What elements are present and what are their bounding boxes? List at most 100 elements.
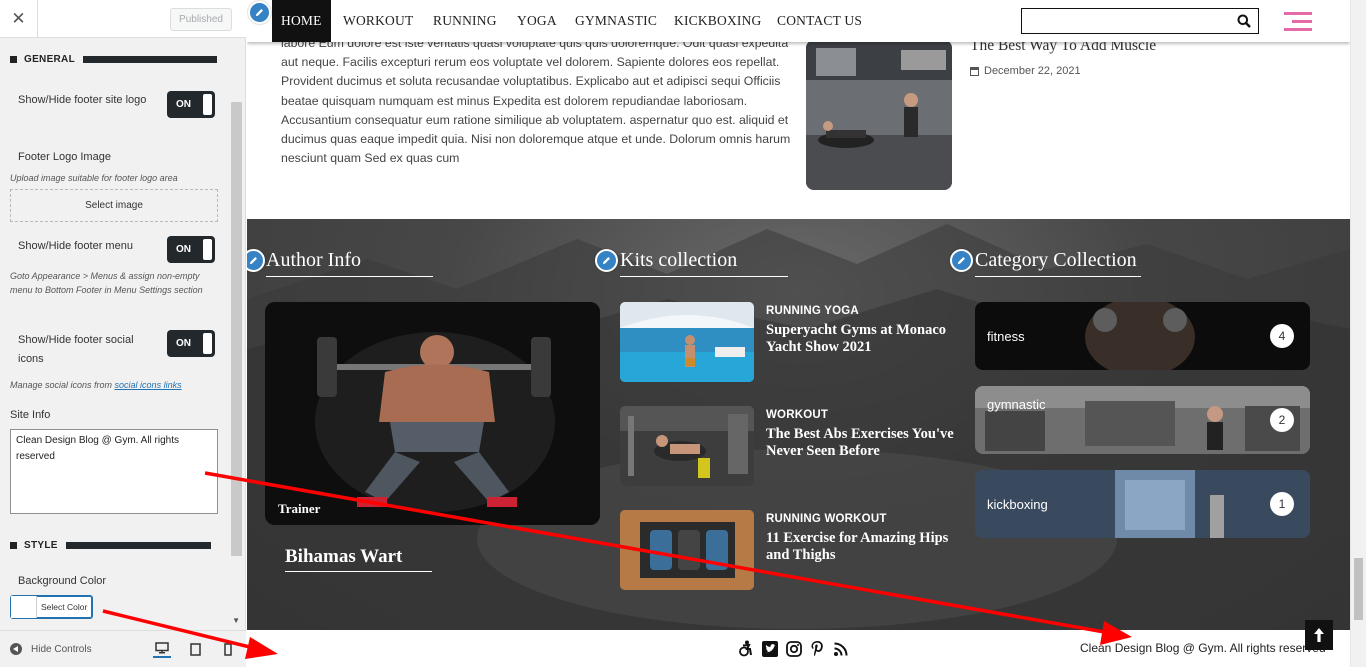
collapse-icon: [10, 643, 22, 655]
nav-running[interactable]: RUNNING: [433, 0, 497, 42]
toggle-state: ON: [176, 244, 191, 255]
section-divider: [83, 55, 217, 63]
toggle-knob: [203, 94, 212, 115]
hide-controls-label: Hide Controls: [31, 643, 92, 655]
select-color-button[interactable]: Select Color: [10, 595, 93, 619]
desktop-preview-icon[interactable]: [153, 640, 171, 658]
footer-menu-desc: Goto Appearance > Menus & assign non-emp…: [10, 271, 203, 295]
customizer-sidebar: ✕ Published GENERAL Show/Hide footer sit…: [0, 0, 246, 667]
author-info-title: Author Info: [266, 249, 361, 271]
kit-post-title[interactable]: Superyacht Gyms at Monaco Yacht Show 202…: [766, 322, 966, 356]
author-name[interactable]: Bihamas Wart: [285, 546, 402, 568]
search-icon[interactable]: [1237, 14, 1251, 28]
footer-menu-toggle[interactable]: ON: [167, 236, 215, 263]
bottom-footer: Clean Design Blog @ Gym. All rights rese…: [247, 630, 1350, 667]
section-marker: [10, 55, 17, 63]
sidebar-scrollbar[interactable]: [231, 102, 242, 556]
kit-post-thumbnail[interactable]: [620, 302, 754, 382]
footer-logo-toggle[interactable]: ON: [167, 91, 215, 118]
category-collection-title: Category Collection: [975, 249, 1137, 271]
twitter-icon[interactable]: [762, 640, 778, 657]
edit-menu-pencil-icon[interactable]: [248, 1, 271, 24]
search-input[interactable]: [1021, 8, 1259, 34]
desc-text: Manage social icons from: [10, 380, 115, 390]
kit-post-title[interactable]: 11 Exercise for Amazing Hips and Thighs: [766, 530, 966, 564]
calendar-icon: [970, 66, 979, 76]
edit-widget-pencil-icon[interactable]: [595, 249, 618, 272]
date-text: December 22, 2021: [984, 65, 1081, 77]
published-button[interactable]: Published: [170, 8, 232, 31]
footer-logo-image-desc: Upload image suitable for footer logo ar…: [10, 173, 178, 183]
category-card-fitness[interactable]: fitness 4: [975, 302, 1310, 370]
article-excerpt: labore Eum dolore est iste veritatis qua…: [281, 36, 791, 166]
section-title: STYLE: [24, 539, 58, 551]
footer-widgets: Author Info Trainer Bihamas Wart Kits co…: [247, 219, 1350, 630]
category-count-badge: 4: [1270, 324, 1294, 348]
recent-post-date: December 22, 2021: [970, 65, 1081, 77]
toggle-state: ON: [176, 338, 191, 349]
rss-icon[interactable]: [833, 641, 849, 657]
nav-yoga[interactable]: YOGA: [517, 0, 557, 42]
customizer-footer: Hide Controls: [0, 630, 246, 667]
close-icon[interactable]: ✕: [0, 0, 38, 38]
site-info-copyright: Clean Design Blog @ Gym. All rights rese…: [1080, 641, 1326, 655]
hamburger-menu-icon[interactable]: [1284, 12, 1312, 32]
hide-controls-button[interactable]: Hide Controls: [10, 643, 92, 655]
kit-post-categories[interactable]: RUNNING WORKOUT: [766, 513, 887, 525]
nav-home[interactable]: HOME: [272, 0, 331, 42]
kit-post-categories[interactable]: RUNNING YOGA: [766, 305, 859, 317]
section-style: STYLE: [10, 539, 211, 551]
preview-scrollbar[interactable]: [1350, 0, 1366, 667]
nav-gymnastic[interactable]: GYMNASTIC: [575, 0, 657, 42]
author-image[interactable]: Trainer: [265, 302, 600, 525]
recent-post-thumbnail[interactable]: [806, 40, 952, 190]
title-underline: [620, 276, 788, 277]
kit-post-thumbnail[interactable]: [620, 406, 754, 486]
edit-widget-pencil-icon[interactable]: [950, 249, 973, 272]
section-divider: [65, 541, 211, 549]
footer-social-toggle[interactable]: ON: [167, 330, 215, 357]
site-info-textarea[interactable]: Clean Design Blog @ Gym. All rights rese…: [10, 429, 218, 514]
title-underline: [266, 276, 433, 277]
tablet-preview-icon[interactable]: [186, 640, 204, 658]
site-info-label: Site Info: [10, 409, 51, 421]
scrollbar-thumb[interactable]: [1354, 558, 1363, 620]
toggle-knob: [203, 333, 212, 354]
section-general: GENERAL: [10, 53, 217, 65]
customizer-header: ✕ Published: [0, 0, 246, 38]
nav-kickboxing[interactable]: KICKBOXING: [674, 0, 762, 42]
kits-collection-title: Kits collection: [620, 249, 738, 271]
toggle-knob: [203, 239, 212, 260]
footer-social-label: Show/Hide footer social icons: [18, 334, 134, 365]
category-card-kickboxing[interactable]: kickboxing 1: [975, 470, 1310, 538]
nav-contact-us[interactable]: CONTACT US: [777, 0, 862, 42]
category-count-badge: 1: [1270, 492, 1294, 516]
select-image-button[interactable]: Select image: [10, 189, 218, 222]
category-card-gymnastic[interactable]: gymnastic 2: [975, 386, 1310, 454]
main-navigation: HOME WORKOUT RUNNING YOGA GYMNASTIC KICK…: [247, 0, 1350, 42]
social-icons: [737, 640, 849, 657]
section-title: GENERAL: [24, 53, 75, 65]
category-name: kickboxing: [987, 496, 1048, 512]
back-to-top-button[interactable]: [1305, 620, 1333, 650]
mobile-preview-icon[interactable]: [219, 640, 237, 658]
footer-logo-image-label: Footer Logo Image: [18, 151, 111, 163]
pinterest-icon[interactable]: [810, 640, 825, 657]
scroll-down-icon[interactable]: ▼: [232, 616, 240, 625]
instagram-icon[interactable]: [786, 640, 802, 657]
footer-social-desc: Manage social icons from social icons li…: [10, 378, 182, 392]
kit-post-title[interactable]: The Best Abs Exercises You've Never Seen…: [766, 426, 966, 460]
social-icons-link[interactable]: social icons links: [115, 380, 182, 390]
footer-logo-label: Show/Hide footer site logo: [18, 94, 147, 106]
arrow-up-icon: [1314, 628, 1324, 642]
title-underline: [975, 276, 1141, 277]
kit-post-thumbnail[interactable]: [620, 510, 754, 590]
background-color-label: Background Color: [18, 575, 107, 587]
name-underline: [285, 571, 432, 572]
accessibility-icon[interactable]: [737, 640, 754, 657]
toggle-state: ON: [176, 99, 191, 110]
nav-workout[interactable]: WORKOUT: [343, 0, 413, 42]
category-name: fitness: [987, 328, 1025, 344]
select-color-text: Select Color: [41, 602, 88, 612]
kit-post-categories[interactable]: WORKOUT: [766, 409, 828, 421]
